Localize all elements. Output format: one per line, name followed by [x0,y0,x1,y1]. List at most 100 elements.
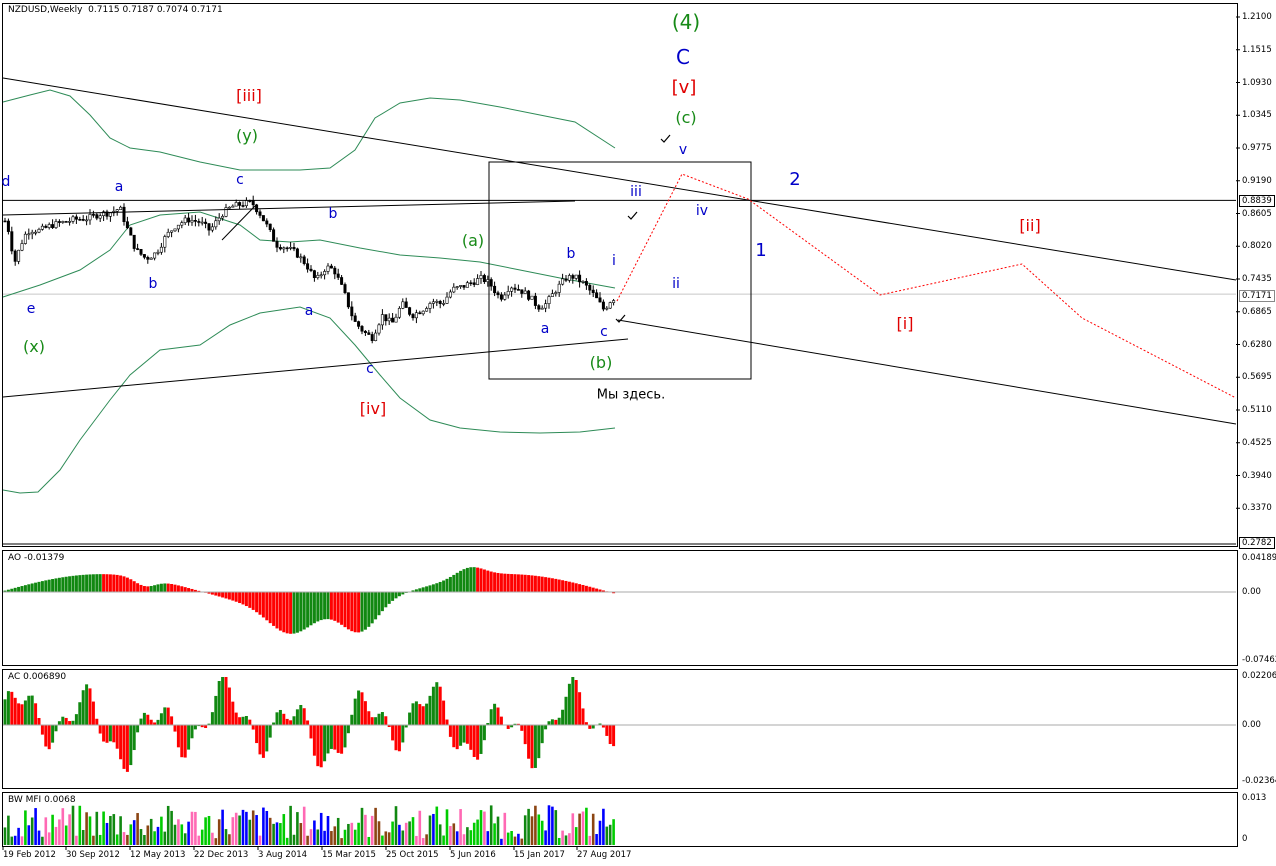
candle-body [316,275,320,278]
ac-bar [64,717,68,725]
candle-body [394,316,398,323]
mfi-bar [534,805,537,845]
wave-label: ii [672,276,680,292]
candle-body [265,220,269,225]
candle-body [214,220,218,228]
ao-bar [374,592,378,620]
wave-label: b [566,246,576,262]
ao-bar [340,592,344,625]
mfi-bar [47,832,51,845]
candle-body [333,267,337,275]
ao-bar [187,588,191,592]
ao-bar [316,592,320,622]
ao-bar [57,577,61,592]
ac-bar [91,701,95,725]
candle-body [156,251,160,254]
candle-body [241,205,245,207]
mfi-bar [353,829,357,845]
ac-bar [459,725,463,746]
candle-body [353,315,357,322]
candle-body [210,226,214,231]
mfi-bar [204,817,207,845]
candle-body [13,250,17,262]
candle-body [306,263,310,270]
candle-body [166,231,170,237]
mfi-bar [469,830,473,845]
candle-body [197,221,201,223]
mfi-bar [119,816,122,845]
indicator-tick-label: 0.00 [1242,720,1261,730]
wave-label: 1 [755,240,767,261]
ac-bar [261,725,265,758]
mfi-bar [506,832,510,845]
ao-bar [486,570,490,592]
candle-body [476,278,480,285]
mfi-bar [214,838,218,845]
ao-bar [302,592,306,630]
mfi-bar [391,821,394,845]
ao-bar [115,574,119,592]
wave-label: d [1,174,11,190]
ac-bar [425,703,429,725]
candle-body [221,216,225,219]
ao-bar [34,582,38,592]
candle-body [588,284,592,291]
ac-bar [193,725,197,730]
ao-bar [37,581,41,592]
mfi-bar [503,812,507,845]
candle-body [336,273,340,278]
ac-bar [187,725,191,750]
ac-bar [23,700,27,725]
ac-bar [435,682,439,725]
candle-body [431,301,435,304]
ac-bar [44,725,48,747]
ao-bar [350,592,354,632]
ac-bar [166,707,170,725]
candle-body [74,216,78,220]
ao-bar [394,592,398,599]
trading-terminal: NZDUSD,Weekly 0.7115 0.7187 0.7074 0.717… [0,0,1276,866]
mfi-bar [588,835,592,845]
ac-bar [275,712,279,725]
ac-bar [85,684,89,725]
mfi-bar [207,815,211,845]
wave-label: iii [630,184,642,200]
ao-bar [44,580,48,592]
mfi-bar [217,819,221,845]
mfi-bar [102,811,105,845]
mfi-bar [333,826,337,845]
mfi-bar [472,822,476,845]
mfi-bar [282,814,286,845]
candle-body [544,303,548,309]
candle-body [554,292,558,294]
ac-bar [394,725,398,751]
ac-bar [258,725,262,755]
mfi-bar [272,823,275,845]
wave-label: c [236,172,244,188]
candle-body [68,221,72,223]
mfi-bar [602,808,605,845]
ac-bar [329,725,333,749]
ao-bar [336,592,340,623]
ao-bar [523,574,527,592]
ao-bar [149,586,153,592]
candle-body [10,231,14,252]
ao-bar [547,577,551,592]
ac-bar [146,714,150,725]
mfi-bar [180,824,184,845]
price-tick-label: 0.3940 [1242,470,1272,481]
mfi-bar [435,806,439,845]
ac-bar [455,725,459,750]
ac-bar [564,696,568,725]
ac-bar [479,725,483,754]
ac-bar [374,717,378,725]
checkmark-icon [627,211,638,220]
main-chart-title: NZDUSD,Weekly 0.7115 0.7187 0.7074 0.717… [8,5,223,15]
candle-body [561,278,565,285]
mfi-bar [591,813,595,845]
ac-bar [411,703,415,725]
ac-bar [316,725,320,767]
ac-bar [343,725,347,748]
ao-bar [23,585,27,592]
ao-bar [180,586,184,592]
